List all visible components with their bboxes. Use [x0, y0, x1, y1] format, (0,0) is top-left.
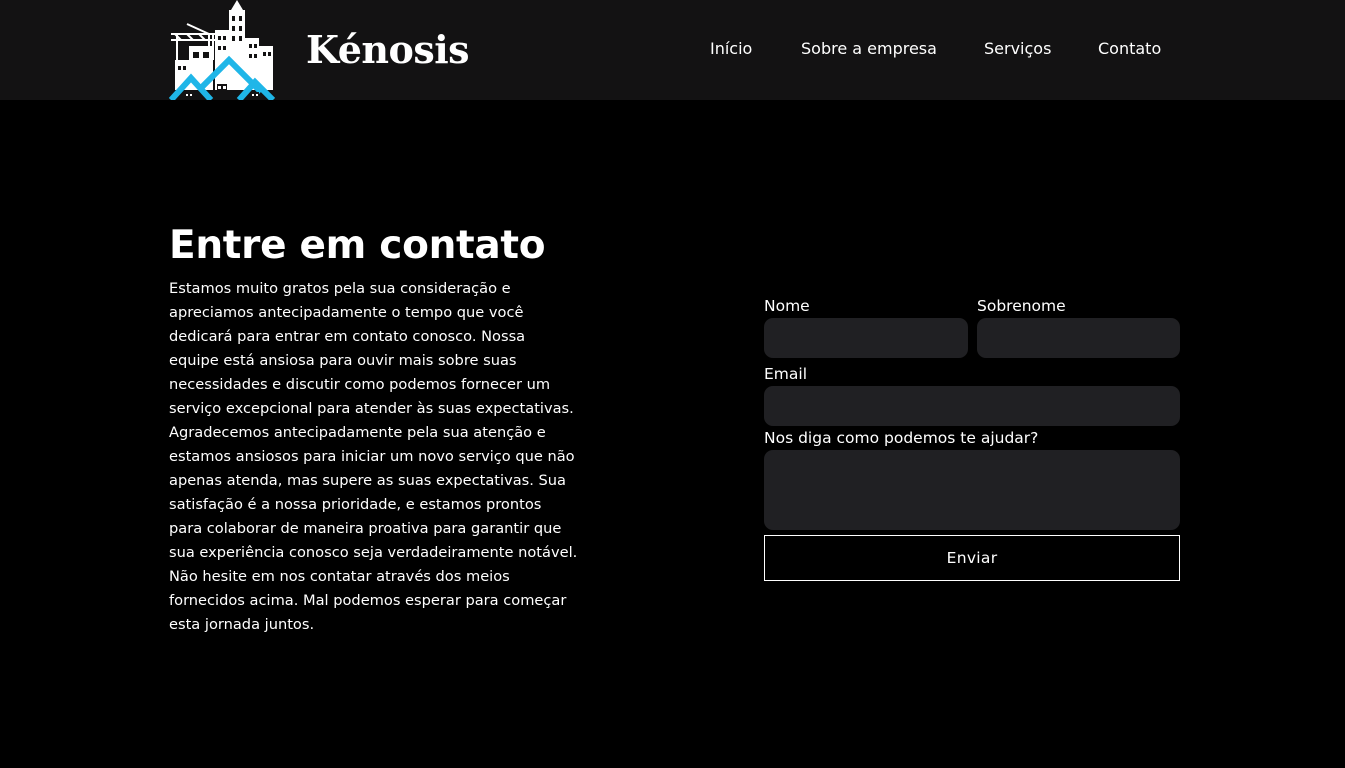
nav-link-servicos[interactable]: Serviços	[984, 38, 1051, 60]
submit-button[interactable]: Enviar	[764, 535, 1180, 581]
first-name-field[interactable]	[764, 318, 968, 358]
email-label: Email	[764, 365, 808, 383]
site-header: Kénosis Início Sobre a empresa Serviços …	[0, 0, 1345, 100]
last-name-field[interactable]	[977, 318, 1180, 358]
construction-city-logo-icon[interactable]	[169, 0, 275, 100]
nav-link-inicio[interactable]: Início	[710, 38, 752, 60]
contact-intro-section: Entre em contato Estamos muito gratos pe…	[169, 222, 579, 637]
page-title: Entre em contato	[169, 223, 546, 268]
contact-paragraph: Estamos muito gratos pela sua consideraç…	[169, 280, 578, 633]
email-field[interactable]	[764, 386, 1180, 426]
message-field[interactable]	[764, 450, 1180, 530]
message-label: Nos diga como podemos te ajudar?	[764, 429, 1039, 447]
brand-name[interactable]: Kénosis	[306, 26, 470, 74]
nav-link-sobre-a-empresa[interactable]: Sobre a empresa	[801, 38, 937, 60]
last-name-label: Sobrenome	[977, 297, 1066, 315]
first-name-label: Nome	[764, 297, 810, 315]
nav-link-contato[interactable]: Contato	[1098, 38, 1161, 60]
